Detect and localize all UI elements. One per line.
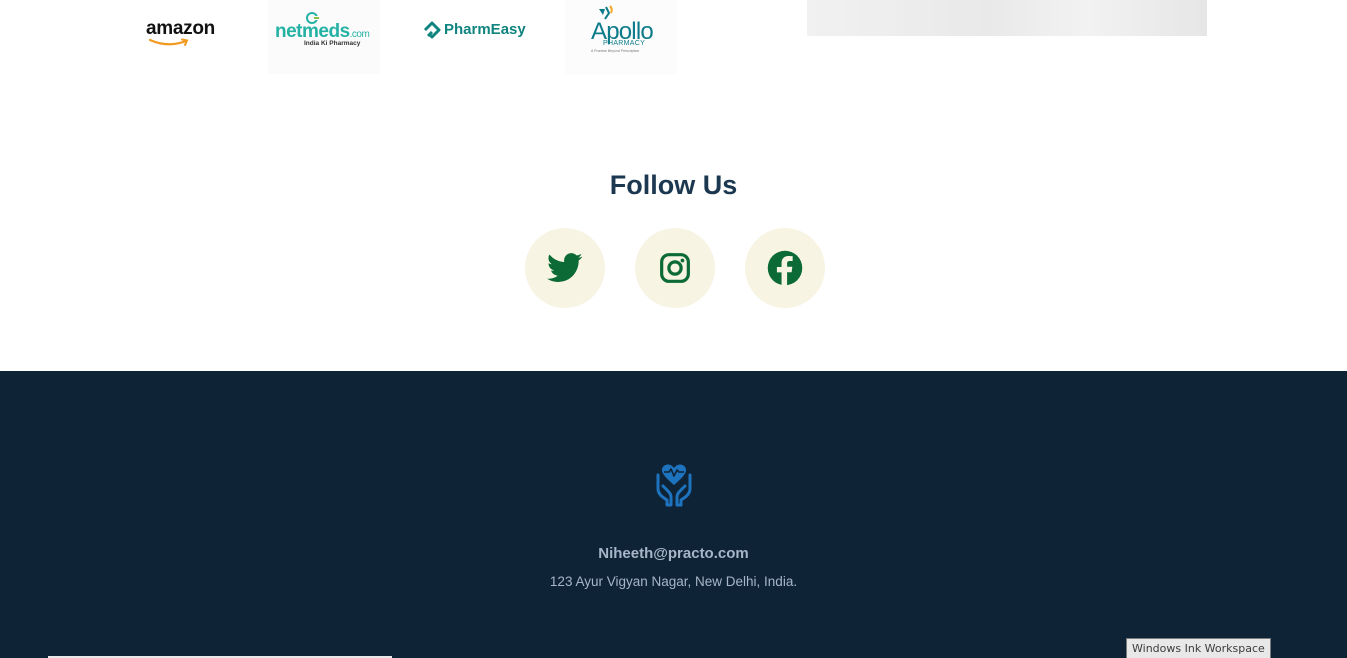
hero-image-fragment — [807, 0, 1207, 36]
heart-care-hands-icon — [656, 464, 692, 507]
twitter-button[interactable] — [525, 228, 605, 308]
pharmeasy-logo[interactable]: PharmEasy — [420, 16, 530, 44]
apollo-tagline: A Promise Beyond Prescription — [591, 49, 640, 53]
amazon-smile-icon — [148, 38, 189, 46]
facebook-icon — [767, 250, 803, 286]
instagram-button[interactable] — [635, 228, 715, 308]
footer: Niheeth@practo.com 123 Ayur Vigyan Nagar… — [0, 371, 1347, 658]
netmeds-tagline: India Ki Pharmacy — [304, 40, 361, 47]
netmeds-logo[interactable]: netmeds.com India Ki Pharmacy — [268, 0, 380, 74]
windows-ink-tooltip: Windows Ink Workspace — [1126, 638, 1271, 658]
pharmeasy-wordmark: PharmEasy — [444, 21, 526, 38]
page: amazon netmeds.com India Ki Pharmacy Pha… — [0, 0, 1347, 658]
apollo-logo[interactable]: Apollo PHARMACY A Promise Beyond Prescri… — [565, 0, 677, 74]
instagram-icon — [660, 253, 690, 283]
apollo-subtitle: PHARMACY — [603, 40, 646, 47]
footer-email[interactable]: Niheeth@practo.com — [0, 545, 1347, 562]
amazon-logo[interactable]: amazon — [140, 14, 216, 48]
amazon-wordmark: amazon — [146, 18, 215, 39]
twitter-icon — [547, 253, 583, 282]
facebook-button[interactable] — [745, 228, 825, 308]
pharmeasy-mark-icon — [423, 21, 441, 39]
footer-address: 123 Ayur Vigyan Nagar, New Delhi, India. — [549, 574, 798, 589]
follow-us-heading: Follow Us — [609, 170, 738, 200]
